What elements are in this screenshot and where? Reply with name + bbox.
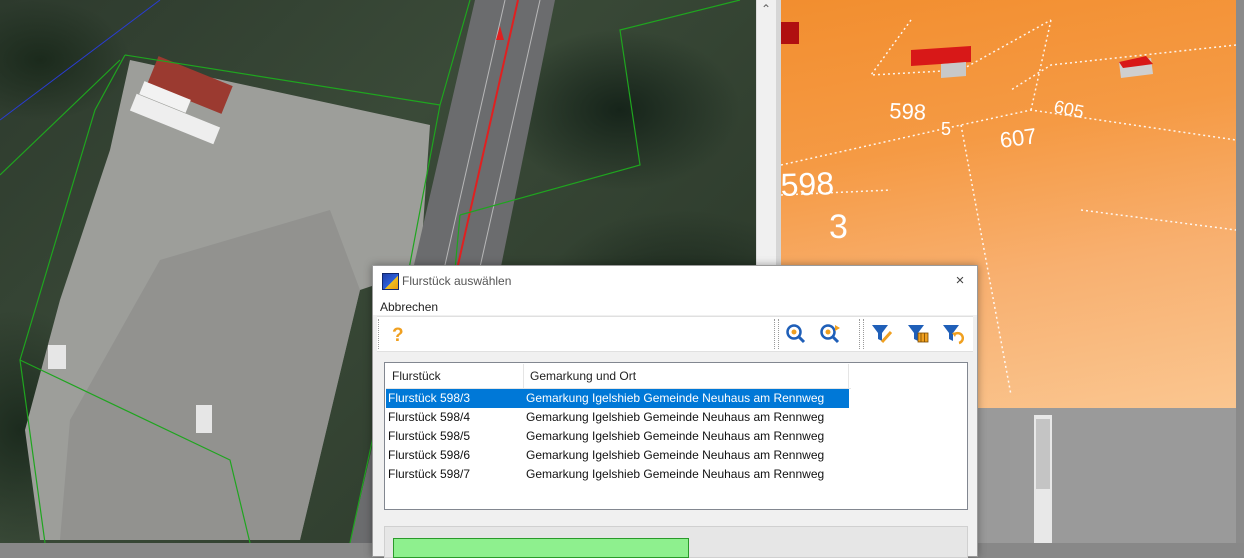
toolbar-separator <box>774 319 775 349</box>
zoom-next-icon[interactable] <box>817 321 843 347</box>
progress-bar <box>393 538 689 558</box>
column-header-location[interactable]: Gemarkung und Ort <box>524 364 849 388</box>
app-icon <box>382 273 399 290</box>
scroll-up-arrow-icon[interactable]: ⌃ <box>761 2 771 16</box>
scrollbar-thumb[interactable] <box>1036 419 1050 489</box>
dialog-toolbar: ? <box>377 316 973 352</box>
3d-buildings <box>781 22 1153 78</box>
3d-label: 598 <box>889 98 927 125</box>
3d-label: 605 <box>1052 96 1086 122</box>
building <box>941 62 966 78</box>
toolbar-separator <box>859 319 860 349</box>
row-location: Gemarkung Igelshieb Gemeinde Neuhaus am … <box>526 410 825 424</box>
toolbar-separator <box>778 319 779 349</box>
row-location: Gemarkung Igelshieb Gemeinde Neuhaus am … <box>526 448 825 462</box>
progress-frame <box>384 526 968 558</box>
row-parcel: Flurstück 598/4 <box>388 410 471 424</box>
vehicle <box>196 405 212 433</box>
3d-label: 5 <box>941 119 951 139</box>
row-parcel: Flurstück 598/6 <box>388 448 471 462</box>
row-location: Gemarkung Igelshieb Gemeinde Neuhaus am … <box>526 429 825 443</box>
row-parcel: Flurstück 598/3 <box>388 391 471 405</box>
filter-table-icon[interactable] <box>905 321 931 347</box>
3d-label: 607 <box>998 123 1038 153</box>
zoom-to-parcel-icon[interactable] <box>783 321 809 347</box>
background-panel <box>976 408 1236 543</box>
list-row[interactable]: Flurstück 598/5 Gemarkung Igelshieb Geme… <box>386 427 849 446</box>
list-row[interactable]: Flurstück 598/6 Gemarkung Igelshieb Geme… <box>386 446 849 465</box>
3d-parcel-number-labels: 598 605 607 598 3 5 <box>781 96 1086 246</box>
row-parcel: Flurstück 598/5 <box>388 429 471 443</box>
3d-view-scrollbar[interactable] <box>1034 415 1052 543</box>
select-parcel-dialog: Flurstück auswählen × Abbrechen ? Flurst… <box>372 265 978 558</box>
toolbar-separator <box>863 319 864 349</box>
column-header-parcel[interactable]: Flurstück <box>386 364 524 388</box>
list-row[interactable]: Flurstück 598/7 Gemarkung Igelshieb Geme… <box>386 465 849 484</box>
list-header: Flurstück Gemarkung und Ort <box>386 364 851 389</box>
dialog-title: Flurstück auswählen <box>402 274 512 288</box>
building <box>781 22 799 44</box>
window-border <box>1236 0 1244 543</box>
close-icon[interactable]: × <box>949 270 971 292</box>
row-location: Gemarkung Igelshieb Gemeinde Neuhaus am … <box>526 467 825 481</box>
row-location: Gemarkung Igelshieb Gemeinde Neuhaus am … <box>526 391 825 405</box>
vehicle <box>48 345 66 369</box>
toolbar-separator <box>378 319 379 349</box>
list-row[interactable]: Flurstück 598/4 Gemarkung Igelshieb Geme… <box>386 408 849 427</box>
filter-reset-icon[interactable] <box>940 321 966 347</box>
list-row[interactable]: Flurstück 598/3 Gemarkung Igelshieb Geme… <box>386 389 849 408</box>
dialog-titlebar[interactable]: Flurstück auswählen × <box>373 266 977 297</box>
parcel-list[interactable]: Flurstück Gemarkung und Ort Flurstück 59… <box>384 362 968 510</box>
svg-text:?: ? <box>392 325 404 345</box>
3d-label: 3 <box>829 208 848 246</box>
3d-label: 598 <box>781 165 835 203</box>
list-rows: Flurstück 598/3 Gemarkung Igelshieb Geme… <box>386 389 966 484</box>
menu-cancel[interactable]: Abbrechen <box>380 300 438 314</box>
dialog-menubar: Abbrechen <box>373 297 977 315</box>
help-icon[interactable]: ? <box>385 321 411 347</box>
row-parcel: Flurstück 598/7 <box>388 467 471 481</box>
filter-edit-icon[interactable] <box>869 321 895 347</box>
